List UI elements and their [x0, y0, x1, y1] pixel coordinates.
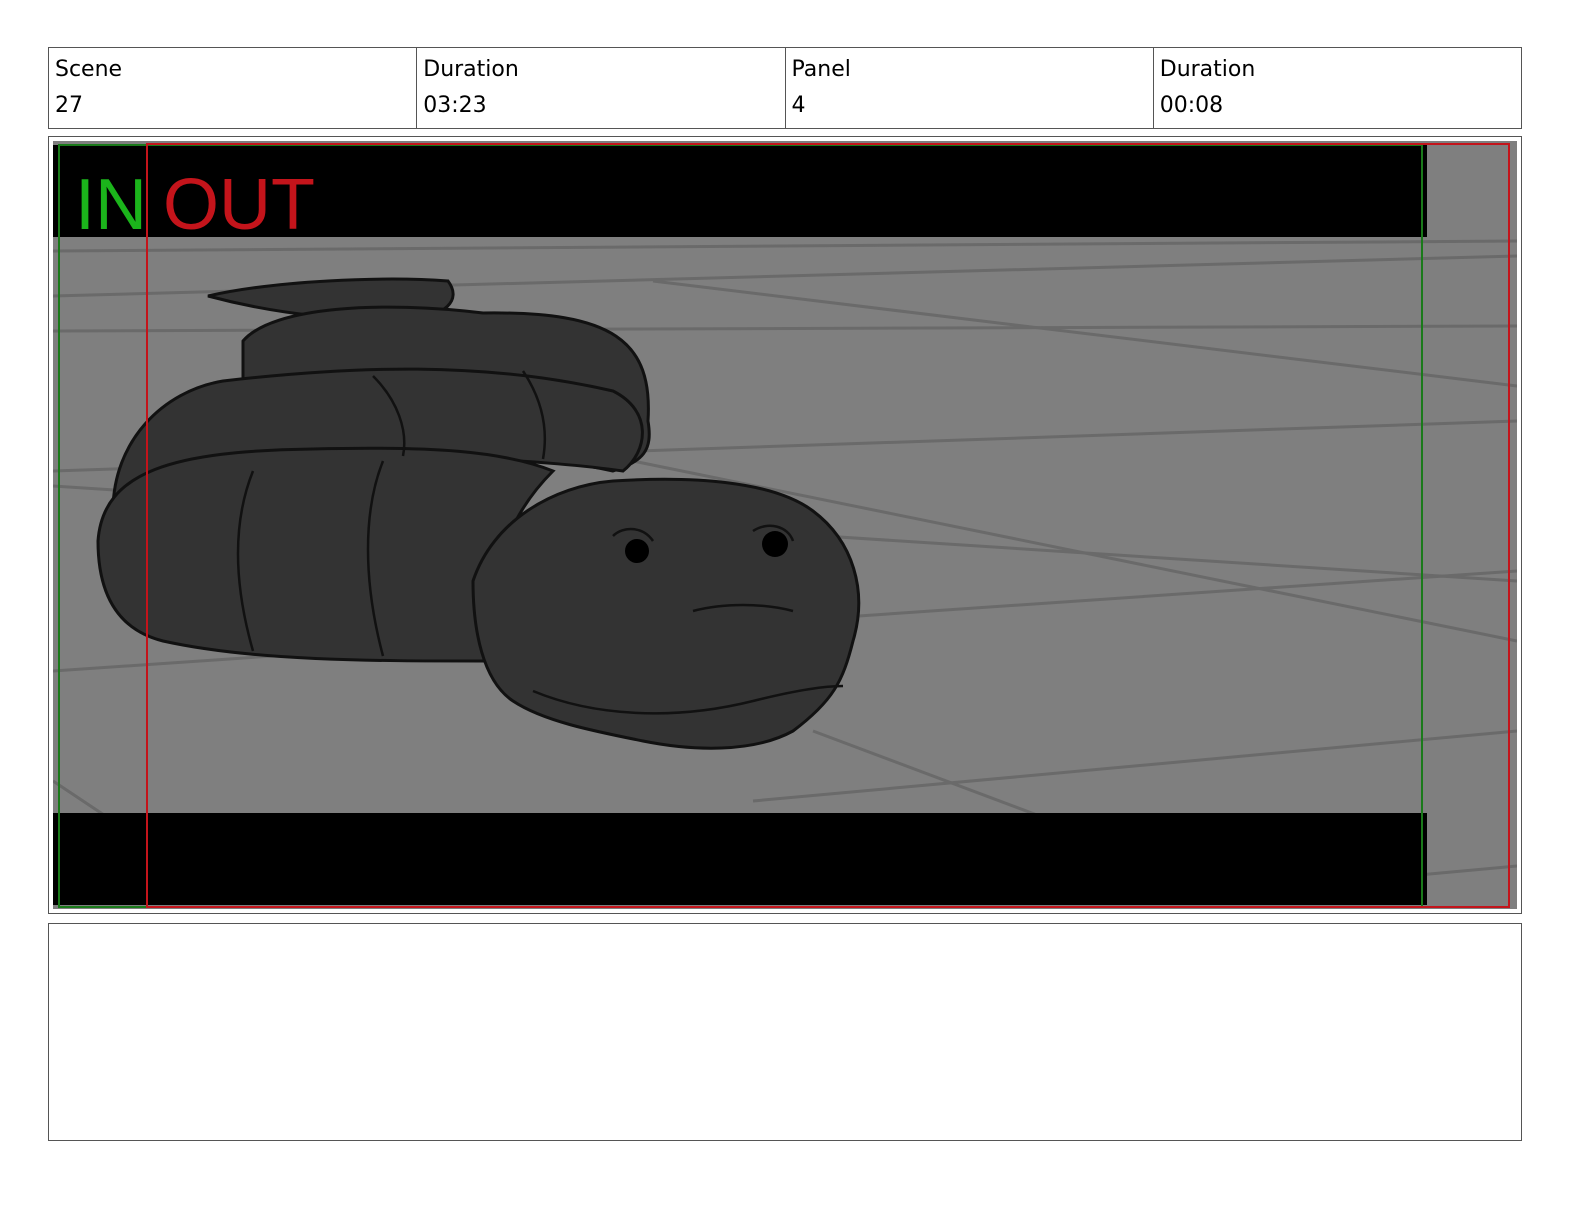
- scene-label: Scene: [55, 57, 123, 82]
- panel-duration-value[interactable]: 00:08: [1160, 92, 1515, 120]
- panel-duration-cell: Duration 00:08: [1154, 48, 1521, 128]
- snake-sketch: [96, 277, 861, 750]
- panel-duration-label: Duration: [1159, 57, 1256, 82]
- panel-info-table: Scene 27 Duration 03:23 Panel 4 Duration…: [48, 47, 1522, 129]
- scene-duration-label: Duration: [423, 57, 519, 82]
- in-marker-label: IN: [75, 165, 147, 245]
- scene-cell: Scene 27: [49, 48, 418, 128]
- scene-duration-value[interactable]: 03:23: [423, 92, 778, 120]
- scene-duration-cell: Duration 03:23: [417, 48, 786, 128]
- out-marker-label: OUT: [163, 165, 315, 245]
- letterbox-bottom: [53, 813, 1427, 905]
- snake-eye-left: [625, 539, 649, 563]
- panel-drawing[interactable]: IN OUT: [53, 141, 1517, 909]
- snake-eye-right: [762, 531, 788, 557]
- storyboard-panel[interactable]: IN OUT: [48, 136, 1522, 914]
- scene-value[interactable]: 27: [55, 92, 410, 120]
- panel-value[interactable]: 4: [792, 92, 1147, 120]
- panel-label: Panel: [791, 57, 851, 82]
- panel-notes[interactable]: [48, 923, 1522, 1141]
- panel-cell: Panel 4: [786, 48, 1154, 128]
- panel-artwork: [53, 143, 1517, 908]
